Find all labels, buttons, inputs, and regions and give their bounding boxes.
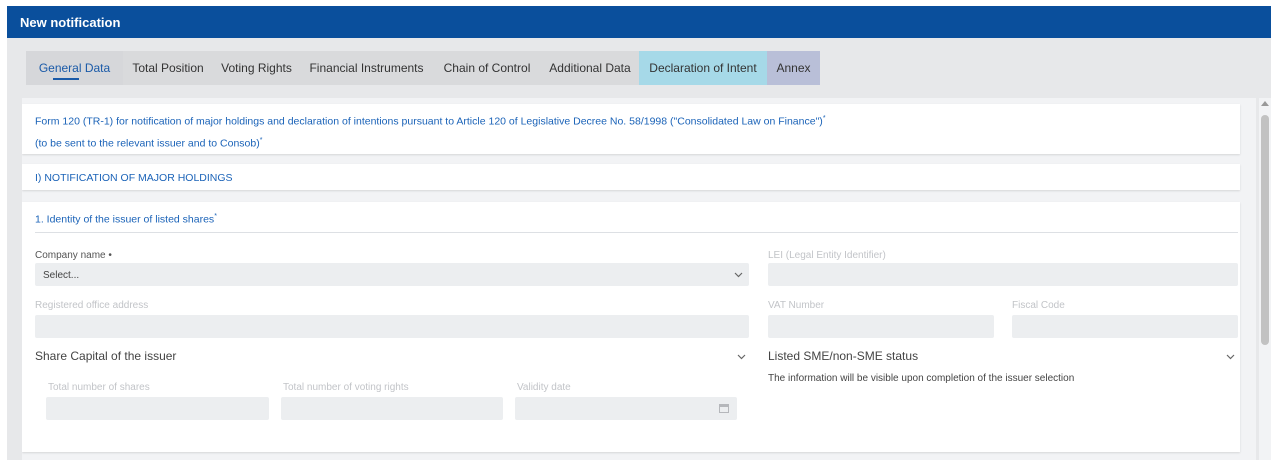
tab-declaration-of-intent[interactable]: Declaration of Intent bbox=[639, 51, 767, 85]
tab-label: General Data bbox=[38, 61, 111, 75]
notification-panel: General Data Total Position Voting Right… bbox=[7, 38, 1271, 460]
required-mark: * bbox=[822, 115, 826, 122]
tab-label: Voting Rights bbox=[221, 61, 292, 75]
tab-financial-instruments[interactable]: Financial Instruments bbox=[300, 51, 433, 85]
tab-general-data[interactable]: General Data bbox=[26, 51, 123, 85]
divider bbox=[35, 232, 1238, 233]
section-title: I) NOTIFICATION OF MAJOR HOLDINGS bbox=[35, 172, 233, 184]
validity-date-label: Validity date bbox=[517, 382, 571, 393]
chevron-down-icon bbox=[734, 272, 743, 278]
tab-label: Declaration of Intent bbox=[649, 61, 757, 75]
company-name-select[interactable]: Select... bbox=[35, 263, 749, 286]
tab-additional-data[interactable]: Additional Data bbox=[541, 51, 639, 85]
total-voting-rights-label: Total number of voting rights bbox=[283, 382, 409, 393]
tab-chain-of-control[interactable]: Chain of Control bbox=[433, 51, 541, 85]
tab-total-position[interactable]: Total Position bbox=[123, 51, 213, 85]
active-tab-indicator bbox=[53, 78, 79, 80]
tab-voting-rights[interactable]: Voting Rights bbox=[213, 51, 300, 85]
tab-bar: General Data Total Position Voting Right… bbox=[26, 51, 820, 85]
scroll-up-arrow-icon[interactable] bbox=[1261, 100, 1269, 106]
issuer-title-text: 1. Identity of the issuer of listed shar… bbox=[35, 213, 215, 226]
form-content: Form 120 (TR-1) for notification of majo… bbox=[22, 98, 1256, 460]
chevron-down-icon[interactable] bbox=[737, 354, 746, 360]
tab-label: Chain of Control bbox=[443, 61, 531, 75]
total-voting-rights-field[interactable] bbox=[281, 397, 503, 420]
lei-field[interactable] bbox=[768, 263, 1238, 286]
share-capital-header[interactable]: Share Capital of the issuer bbox=[35, 349, 176, 363]
tab-label: Financial Instruments bbox=[309, 61, 424, 75]
fiscal-code-field[interactable] bbox=[1012, 315, 1238, 338]
scrollbar-thumb[interactable] bbox=[1261, 115, 1269, 345]
sme-info-text: The information will be visible upon com… bbox=[768, 373, 1075, 384]
issuer-section-title: 1. Identity of the issuer of listed shar… bbox=[35, 213, 217, 226]
form-subtitle: (to be sent to the relevant issuer and t… bbox=[35, 137, 262, 150]
window-title: New notification bbox=[7, 6, 1271, 38]
issuer-card: 1. Identity of the issuer of listed shar… bbox=[22, 202, 1240, 452]
vat-number-label: VAT Number bbox=[768, 300, 825, 311]
form-subtitle-text: (to be sent to the relevant issuer and t… bbox=[35, 137, 260, 150]
chevron-down-icon[interactable] bbox=[1226, 354, 1235, 360]
registered-office-address-field[interactable] bbox=[35, 315, 749, 338]
form-title-text: Form 120 (TR-1) for notification of majo… bbox=[35, 115, 823, 128]
vertical-scrollbar[interactable] bbox=[1259, 98, 1271, 460]
tab-label: Total Position bbox=[132, 61, 204, 75]
tab-label: Annex bbox=[776, 61, 811, 75]
form-title: Form 120 (TR-1) for notification of majo… bbox=[35, 115, 826, 128]
calendar-icon[interactable] bbox=[719, 404, 729, 413]
required-mark: * bbox=[259, 137, 263, 144]
tab-label: Additional Data bbox=[549, 61, 631, 75]
lei-label: LEI (Legal Entity Identifier) bbox=[768, 250, 886, 261]
validity-date-field[interactable] bbox=[515, 397, 737, 420]
total-shares-label: Total number of shares bbox=[48, 382, 150, 393]
total-shares-field[interactable] bbox=[46, 397, 269, 420]
vat-number-field[interactable] bbox=[768, 315, 994, 338]
company-name-label: Company name • bbox=[35, 250, 112, 261]
section-header-card: I) NOTIFICATION OF MAJOR HOLDINGS bbox=[22, 164, 1240, 190]
tab-annex[interactable]: Annex bbox=[767, 51, 820, 85]
select-placeholder: Select... bbox=[43, 270, 80, 281]
registered-office-address-label: Registered office address bbox=[35, 300, 149, 311]
fiscal-code-label: Fiscal Code bbox=[1012, 300, 1065, 311]
sme-status-header[interactable]: Listed SME/non-SME status bbox=[768, 349, 918, 363]
required-mark: * bbox=[214, 213, 217, 220]
form-header-card: Form 120 (TR-1) for notification of majo… bbox=[22, 104, 1240, 154]
